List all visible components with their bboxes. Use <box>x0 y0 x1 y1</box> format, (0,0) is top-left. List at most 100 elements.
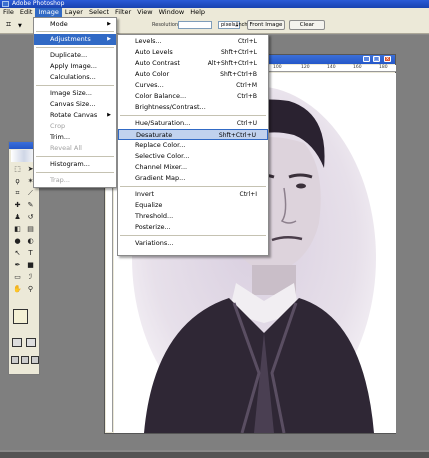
menu-item-auto-contrast[interactable]: Auto Contrast Alt+Shft+Ctrl+L <box>118 58 268 69</box>
path-select-icon[interactable]: ↖ <box>11 248 24 259</box>
menu-item-auto-levels[interactable]: Auto Levels Shft+Ctrl+L <box>118 47 268 58</box>
stamp-icon[interactable]: ♟ <box>11 212 24 223</box>
front-image-button[interactable]: Front Image <box>247 20 285 30</box>
menu-item-hue-saturation[interactable]: Hue/Saturation... Ctrl+U <box>118 118 268 129</box>
menu-window[interactable]: Window <box>156 8 188 17</box>
menu-help[interactable]: Help <box>187 8 208 17</box>
lasso-icon[interactable]: ϙ <box>11 176 24 187</box>
menu-item-adjustments[interactable]: Adjustments ▶ <box>34 34 116 45</box>
menu-item-calculations[interactable]: Calculations... <box>34 72 116 83</box>
menu-item-gradient-map[interactable]: Gradient Map... <box>118 173 268 184</box>
menu-edit[interactable]: Edit <box>17 8 36 17</box>
menu-item-color-balance[interactable]: Color Balance... Ctrl+B <box>118 91 268 102</box>
menu-item-posterize[interactable]: Posterize... <box>118 222 268 233</box>
menu-item-canvas-size[interactable]: Canvas Size... <box>34 99 116 110</box>
menu-item-label: Replace Color... <box>135 141 186 149</box>
menu-divider <box>36 156 114 157</box>
menu-shortcut: Ctrl+M <box>236 82 257 89</box>
gradient-icon[interactable]: ▤ <box>24 224 37 235</box>
dodge-icon[interactable]: ◐ <box>24 236 37 247</box>
menu-item-selective-color[interactable]: Selective Color... <box>118 151 268 162</box>
menu-item-label: Desaturate <box>136 131 173 139</box>
menu-shortcut: Ctrl+I <box>239 191 257 198</box>
maximize-icon[interactable]: □ <box>373 56 380 62</box>
screen-mode-full-icon[interactable] <box>31 356 39 364</box>
resolution-input[interactable] <box>178 21 212 29</box>
healing-icon[interactable]: ✚ <box>11 200 24 211</box>
menu-item-channel-mixer[interactable]: Channel Mixer... <box>118 162 268 173</box>
menu-shortcut: Ctrl+B <box>237 93 257 100</box>
quick-mask-icon[interactable] <box>26 338 36 347</box>
resolution-label: Resolution: <box>152 22 180 28</box>
menu-shortcut: Ctrl+L <box>237 38 257 45</box>
menu-image[interactable]: Image <box>35 8 62 17</box>
menu-item-auto-color[interactable]: Auto Color Shft+Ctrl+B <box>118 69 268 80</box>
blur-icon[interactable]: ● <box>11 236 24 247</box>
menu-item-threshold[interactable]: Threshold... <box>118 211 268 222</box>
brush-icon[interactable]: ✎ <box>24 200 37 211</box>
menu-shortcut: Shft+Ctrl+L <box>220 49 257 56</box>
menu-item-rotate-canvas[interactable]: Rotate Canvas ▶ <box>34 110 116 121</box>
menu-item-replace-color[interactable]: Replace Color... <box>118 140 268 151</box>
menu-item-variations[interactable]: Variations... <box>118 238 268 249</box>
screen-mode-standard-icon[interactable] <box>11 356 19 364</box>
type-icon[interactable]: T <box>24 248 37 259</box>
menu-item-curves[interactable]: Curves... Ctrl+M <box>118 80 268 91</box>
close-icon[interactable]: × <box>384 56 391 62</box>
resolution-units-select[interactable]: pixels/inch ▾ <box>218 21 248 29</box>
pen-icon[interactable]: ✒ <box>11 260 24 271</box>
menu-item-mode[interactable]: Mode ▶ <box>34 19 116 30</box>
menu-divider <box>36 85 114 86</box>
menu-item-invert[interactable]: Invert Ctrl+I <box>118 189 268 200</box>
eraser-icon[interactable]: ◧ <box>11 224 24 235</box>
menu-item-brightness-contrast[interactable]: Brightness/Contrast... <box>118 102 268 113</box>
screen-mode-full-menu-icon[interactable] <box>21 356 29 364</box>
menu-item-label: Rotate Canvas <box>50 111 98 119</box>
crop-icon[interactable]: ⌗ <box>11 188 24 199</box>
menu-item-trim[interactable]: Trim... <box>34 132 116 143</box>
standard-mode-icon[interactable] <box>12 338 22 347</box>
menu-item-label: Curves... <box>135 81 164 89</box>
menu-item-label: Threshold... <box>135 212 174 220</box>
menu-item-duplicate[interactable]: Duplicate... <box>34 50 116 61</box>
resolution-units-value: pixels/inch <box>221 22 248 28</box>
minimize-icon[interactable]: _ <box>363 56 370 62</box>
crop-icon: ⌗ <box>6 20 12 30</box>
menu-divider <box>36 47 114 48</box>
slice-icon[interactable]: ⟋ <box>24 188 37 199</box>
menu-item-histogram[interactable]: Histogram... <box>34 159 116 170</box>
menu-item-desaturate[interactable]: Desaturate Shft+Ctrl+U <box>118 129 268 140</box>
notes-icon[interactable]: ▭ <box>11 272 24 283</box>
marquee-icon[interactable]: ⬚ <box>11 164 24 175</box>
clear-button[interactable]: Clear <box>289 20 325 30</box>
shape-icon[interactable]: ■ <box>24 260 37 271</box>
menu-view[interactable]: View <box>134 8 155 17</box>
chevron-right-icon: ▶ <box>107 112 111 118</box>
history-brush-icon[interactable]: ↺ <box>24 212 37 223</box>
hand-icon[interactable]: ✋ <box>11 284 24 295</box>
zoom-icon[interactable]: ⚲ <box>24 284 37 295</box>
menu-item-label: Auto Contrast <box>135 59 180 67</box>
menu-divider <box>120 115 266 116</box>
menu-item-equalize[interactable]: Equalize <box>118 200 268 211</box>
chevron-down-icon: ▼ <box>18 23 22 29</box>
menu-filter[interactable]: Filter <box>112 8 134 17</box>
menu-item-label: Hue/Saturation... <box>135 119 191 127</box>
horizontal-scrollbar[interactable] <box>0 452 429 458</box>
ruler-tick: 160 <box>353 65 362 70</box>
menu-item-image-size[interactable]: Image Size... <box>34 88 116 99</box>
menu-file[interactable]: File <box>0 8 17 17</box>
menu-bar: File Edit Image Layer Select Filter View… <box>0 8 429 17</box>
menu-select[interactable]: Select <box>86 8 112 17</box>
menu-item-apply-image[interactable]: Apply Image... <box>34 61 116 72</box>
menu-item-label: Gradient Map... <box>135 174 186 182</box>
menu-item-reveal-all: Reveal All <box>50 144 82 152</box>
menu-layer[interactable]: Layer <box>62 8 86 17</box>
menu-item-levels[interactable]: Levels... Ctrl+L <box>118 36 268 47</box>
menu-shortcut: Shft+Ctrl+B <box>220 71 257 78</box>
tool-preset-picker[interactable]: ⌗ ▼ <box>5 20 25 31</box>
menu-item-label: Invert <box>135 190 155 198</box>
menu-divider <box>36 172 114 173</box>
eyedropper-icon[interactable]: ℐ <box>24 272 37 283</box>
foreground-color-swatch[interactable] <box>13 309 28 324</box>
